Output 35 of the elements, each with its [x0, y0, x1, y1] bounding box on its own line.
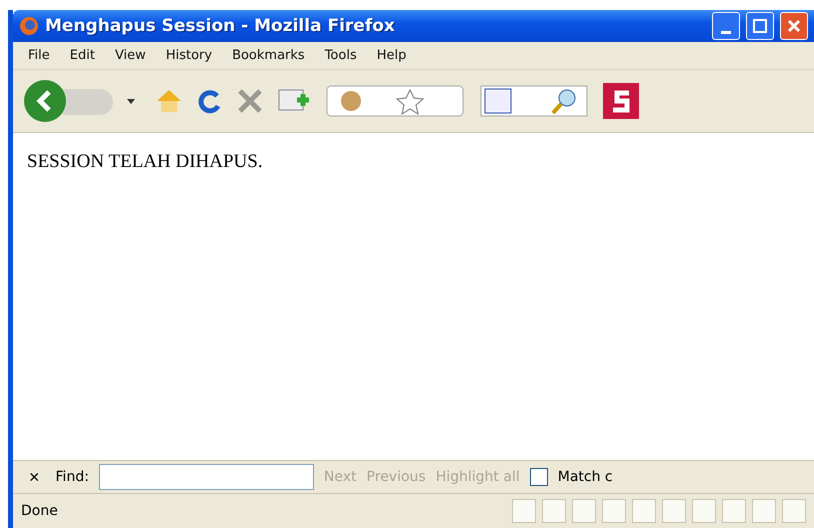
- s-logo-icon[interactable]: [603, 83, 639, 119]
- stop-icon[interactable]: [237, 88, 263, 114]
- match-case-checkbox[interactable]: [530, 468, 548, 486]
- status-icon[interactable]: [542, 499, 566, 523]
- menu-item[interactable]: View: [106, 46, 155, 65]
- status-text: Done: [21, 503, 59, 519]
- status-icon[interactable]: [782, 499, 806, 523]
- menu-item[interactable]: Edit: [60, 46, 104, 65]
- close-find-button[interactable]: ×: [23, 466, 46, 488]
- status-icon[interactable]: [662, 499, 686, 523]
- menu-item[interactable]: File: [19, 46, 59, 65]
- status-icon[interactable]: [572, 499, 596, 523]
- minimize-icon: [721, 30, 731, 34]
- home-icon[interactable]: [155, 88, 183, 114]
- menu-item[interactable]: History: [156, 46, 222, 65]
- page-text: SESSION TELAH DIHAPUS.: [27, 151, 264, 173]
- status-icon[interactable]: [722, 499, 746, 523]
- minimize-button[interactable]: [712, 12, 740, 40]
- window-title: Menghapus Session - Mozilla Firefox: [45, 16, 396, 36]
- find-label: Find:: [56, 469, 89, 485]
- find-field[interactable]: [98, 464, 314, 490]
- status-icon[interactable]: [692, 499, 716, 523]
- menu-item[interactable]: Tools: [316, 46, 366, 65]
- close-icon: [787, 19, 801, 33]
- status-icon[interactable]: [752, 499, 776, 523]
- maximize-button[interactable]: [746, 12, 774, 40]
- status-icon[interactable]: [632, 499, 656, 523]
- reload-icon[interactable]: [197, 88, 223, 114]
- maximize-icon: [753, 19, 767, 33]
- menu-item[interactable]: Bookmarks: [223, 46, 314, 65]
- match-case-label: Match c: [558, 469, 613, 485]
- status-icon[interactable]: [602, 499, 626, 523]
- status-icon[interactable]: [512, 499, 536, 523]
- close-button[interactable]: [780, 12, 808, 40]
- menu-item[interactable]: Help: [368, 46, 416, 65]
